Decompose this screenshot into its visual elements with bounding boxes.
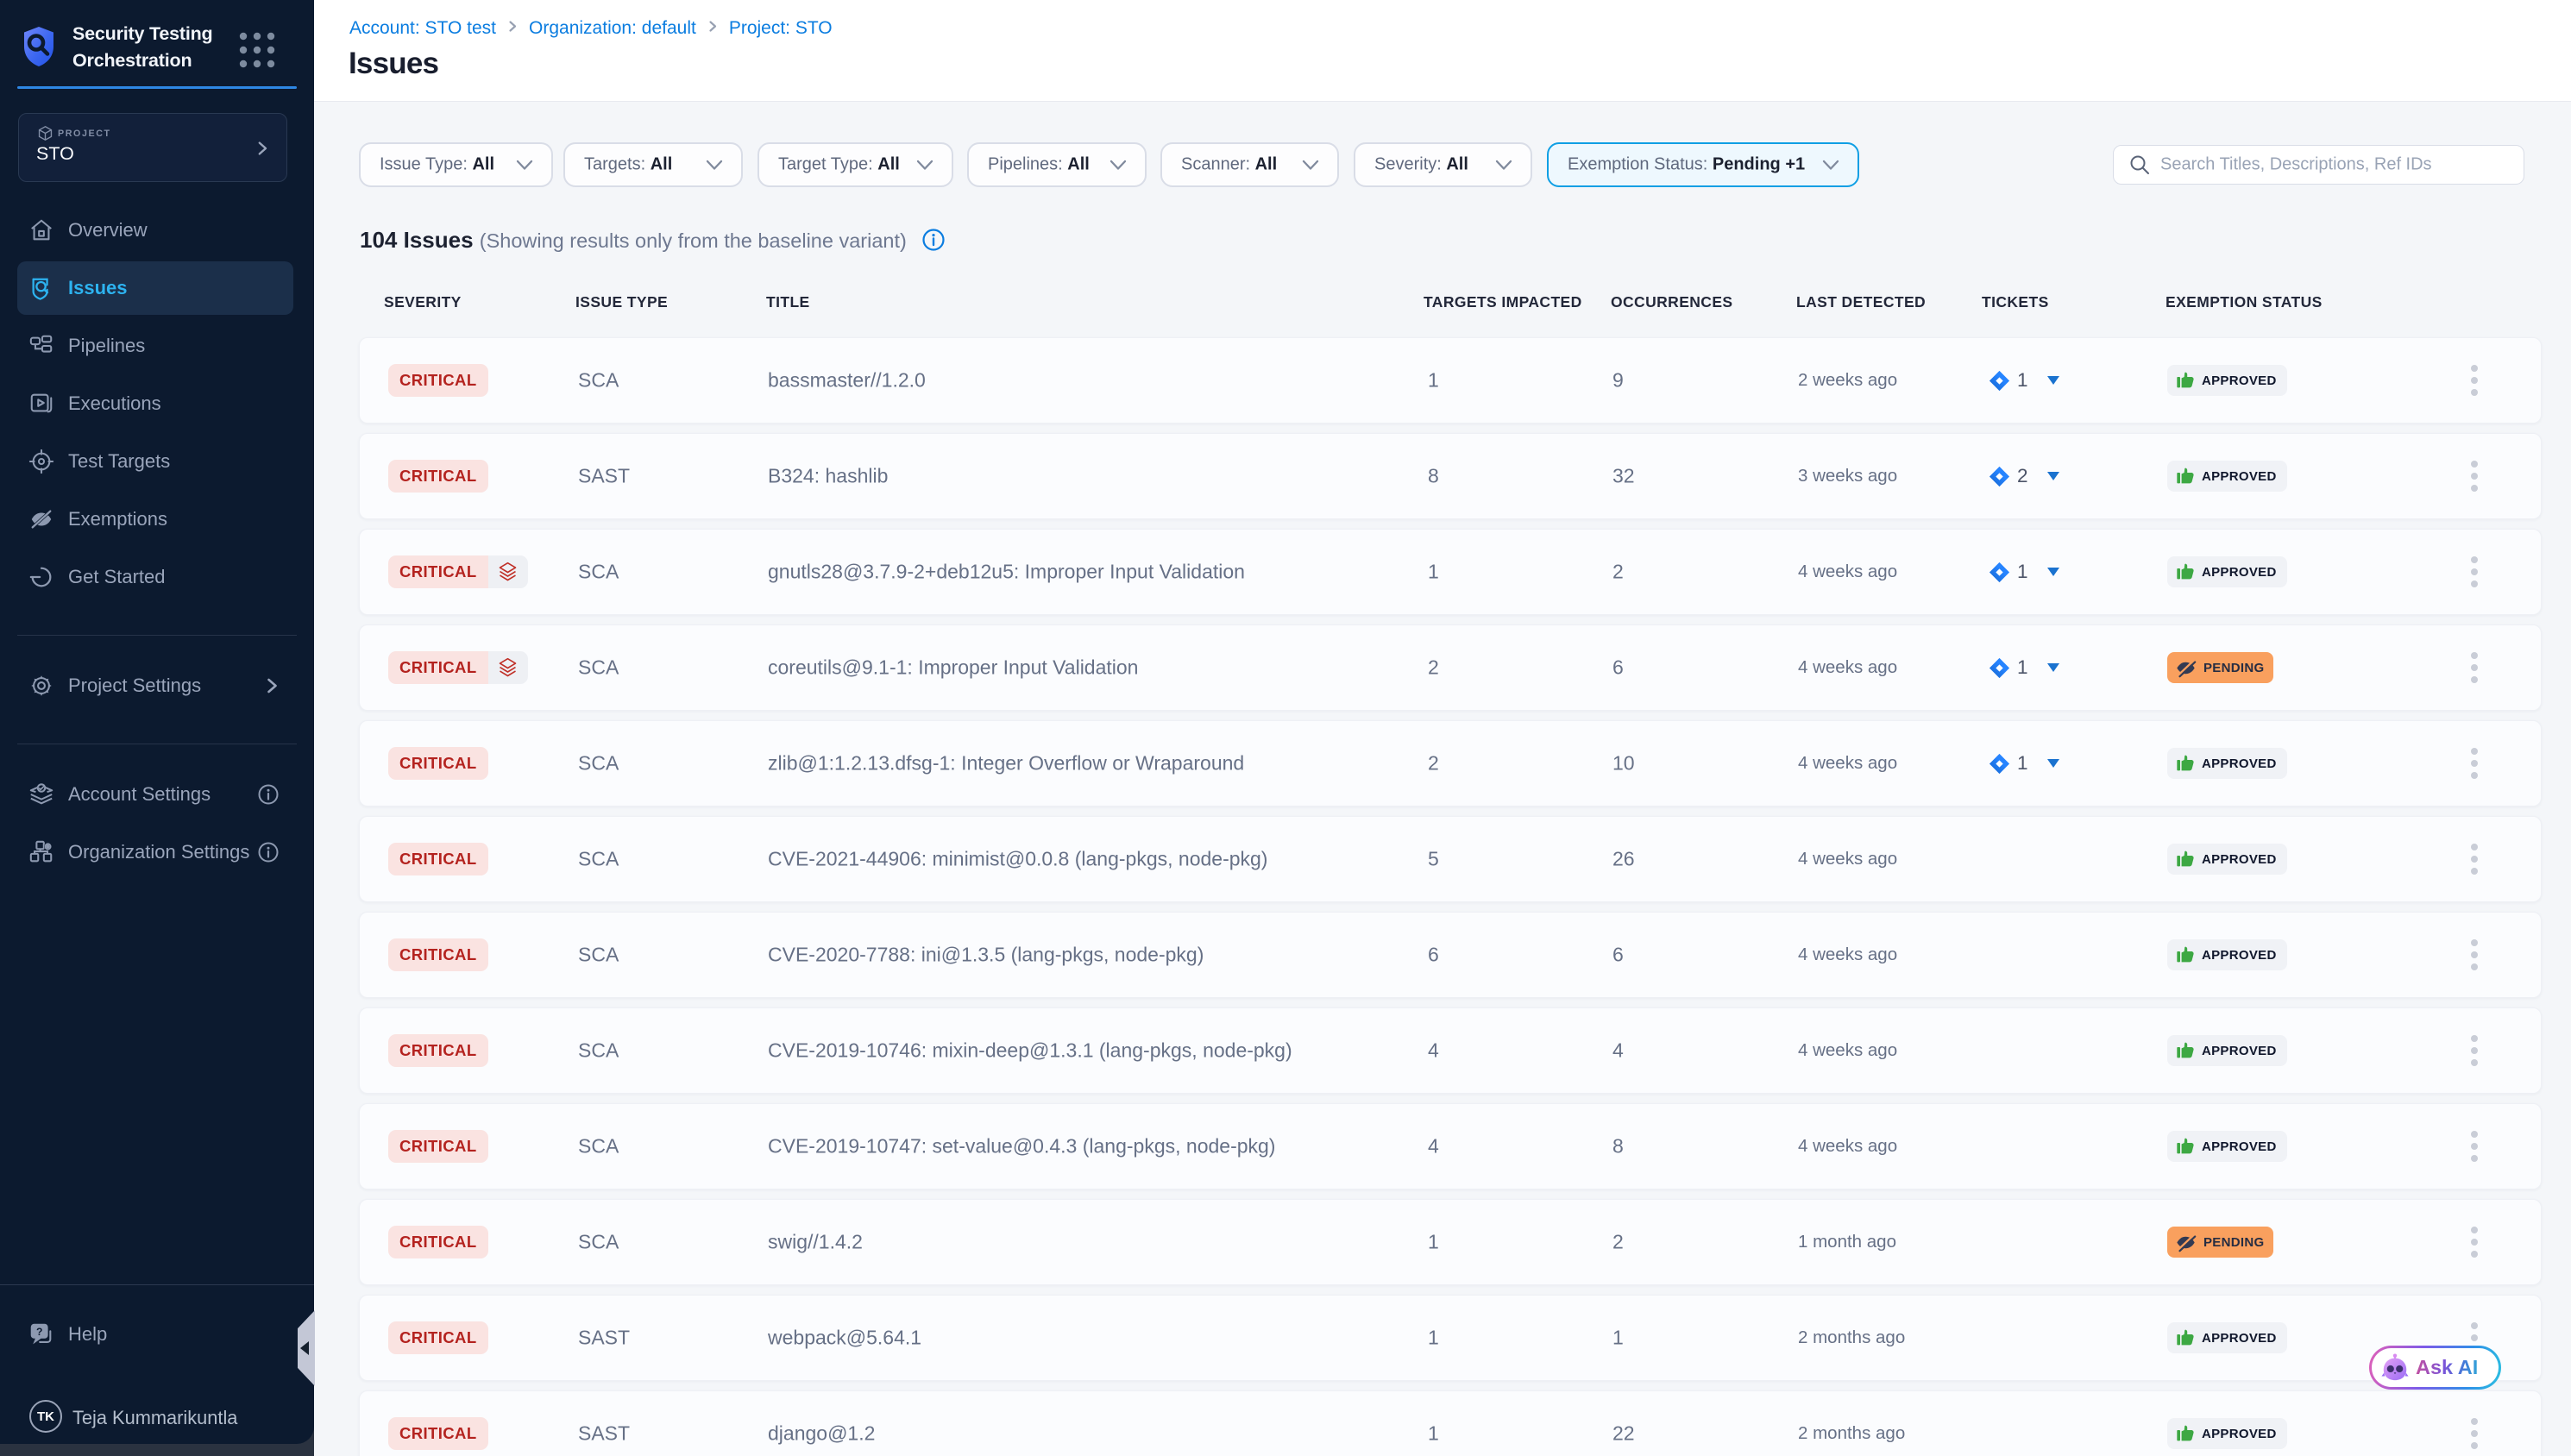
svg-text:?: ? [36, 1326, 42, 1338]
